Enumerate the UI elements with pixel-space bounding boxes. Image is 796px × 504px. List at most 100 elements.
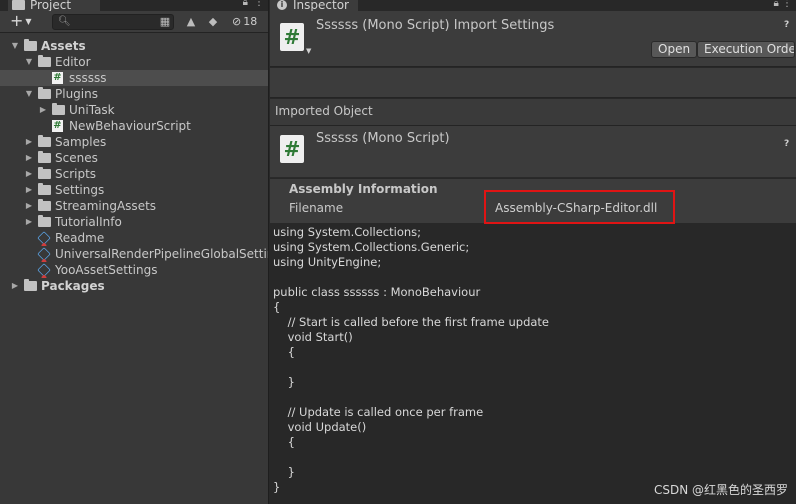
script-icon: #: [52, 72, 63, 84]
tree-item-label: Packages: [41, 279, 105, 293]
object-header: # Ssssss (Mono Script) ?: [270, 125, 796, 178]
folder-icon: [38, 199, 51, 211]
tree-item-label: Assets: [41, 39, 86, 53]
inspector-panel: i Inspector 🔒︎ ⋮ # ▼ Ssssss (Mono Script…: [270, 0, 796, 504]
filename-key: Filename: [289, 201, 344, 215]
folder-icon: [38, 87, 51, 99]
search-input[interactable]: 🔍︎: [52, 14, 174, 30]
collapse-arrow-icon[interactable]: ▶: [24, 214, 34, 230]
tree-item[interactable]: Readme: [0, 230, 268, 246]
tree-item-label: Plugins: [55, 87, 98, 101]
tree-item[interactable]: ▼ Editor: [0, 54, 268, 70]
tree-item[interactable]: ▼ Plugins: [0, 86, 268, 102]
assembly-heading: Assembly Information: [289, 182, 438, 196]
folder-icon: [24, 39, 37, 51]
tree-item-label: NewBehaviourScript: [69, 119, 191, 133]
tree-item[interactable]: ▶ Settings: [0, 182, 268, 198]
hidden-packages-toggle[interactable]: ⊘ 18: [232, 15, 257, 28]
project-toolbar: + ▼ 🔍︎ ▦ ▲ ◆ ⊘ 18: [0, 11, 268, 33]
package-count: 18: [243, 15, 258, 28]
tree-item[interactable]: ▶ Scenes: [0, 150, 268, 166]
expand-arrow-icon[interactable]: ▼: [24, 86, 34, 102]
project-tree: ▼ Assets ▼ Editor # ssssss ▼ Plugins ▶ UniTask # Ne…: [0, 38, 268, 294]
tree-item-label: UniversalRenderPipelineGlobalSettings: [55, 247, 268, 261]
tree-item[interactable]: YooAssetSettings: [0, 262, 268, 278]
folder-icon: [38, 135, 51, 147]
highlight-box: [484, 190, 675, 224]
collapse-arrow-icon[interactable]: ▶: [24, 166, 34, 182]
tree-item[interactable]: # NewBehaviourScript: [0, 118, 268, 134]
tree-item[interactable]: ▶ Samples: [0, 134, 268, 150]
tree-item-label: Scenes: [55, 151, 98, 165]
more-icon[interactable]: ⋮: [782, 0, 792, 9]
folder-icon: [52, 103, 65, 115]
help-icon[interactable]: ?: [784, 139, 789, 149]
tab-project-label: Project: [30, 0, 72, 12]
collapse-arrow-icon[interactable]: ▶: [10, 278, 20, 294]
import-settings-body: [270, 68, 796, 98]
help-icon[interactable]: ?: [784, 20, 789, 30]
info-icon: i: [277, 0, 287, 10]
inspector-controls: 🔒︎ ⋮: [773, 0, 792, 9]
tree-item-label: Settings: [55, 183, 105, 197]
filter-type-icon[interactable]: ▲: [184, 15, 198, 28]
collapse-arrow-icon[interactable]: ▶: [24, 134, 34, 150]
tree-item[interactable]: ▶ TutorialInfo: [0, 214, 268, 230]
tree-item[interactable]: # ssssss: [0, 70, 268, 86]
search-by-type-icon[interactable]: ▦: [158, 15, 172, 28]
folder-icon: [12, 0, 25, 10]
tree-item-label: TutorialInfo: [55, 215, 122, 229]
import-settings-header: # ▼ Ssssss (Mono Script) Import Settings…: [270, 11, 796, 67]
import-settings-title: Ssssss (Mono Script) Import Settings: [316, 18, 555, 33]
imported-object-label: Imported Object: [275, 104, 373, 118]
tab-inspector[interactable]: i Inspector: [270, 0, 358, 12]
collapse-arrow-icon[interactable]: ▶: [38, 102, 48, 118]
asset-icon: [37, 263, 51, 277]
execution-order-button[interactable]: Execution Order...: [697, 41, 795, 58]
assembly-info: Assembly Information Filename Assembly-C…: [270, 179, 796, 224]
collapse-arrow-icon[interactable]: ▶: [24, 150, 34, 166]
tree-item-label: Scripts: [55, 167, 97, 181]
tree-item-label: Samples: [55, 135, 107, 149]
tree-item[interactable]: ▼ Assets: [0, 38, 268, 54]
tab-project[interactable]: Project: [8, 0, 100, 12]
open-button[interactable]: Open: [651, 41, 698, 58]
tree-item[interactable]: ▶ Packages: [0, 278, 268, 294]
expand-arrow-icon[interactable]: ▼: [24, 54, 34, 70]
chevron-down-icon: ▼: [25, 16, 32, 26]
tree-item-label: ssssss: [69, 71, 107, 85]
lock-icon[interactable]: 🔒︎: [773, 0, 778, 9]
object-title: Ssssss (Mono Script): [316, 131, 450, 146]
tree-item-label: Readme: [55, 231, 105, 245]
tree-item-label: StreamingAssets: [55, 199, 157, 213]
tree-item-label: UniTask: [69, 103, 115, 117]
tree-item[interactable]: ▶ UniTask: [0, 102, 268, 118]
folder-icon: [38, 55, 51, 67]
expand-arrow-icon[interactable]: ▼: [10, 38, 20, 54]
chevron-down-icon[interactable]: ▼: [306, 47, 311, 55]
add-button[interactable]: + ▼: [10, 13, 32, 29]
project-panel: Project 🔒︎ ⋮ + ▼ 🔍︎ ▦ ▲ ◆ ⊘ 18 ▼ Assets ▼ Ed…: [0, 0, 269, 504]
tab-inspector-label: Inspector: [293, 0, 349, 12]
tree-item[interactable]: ▶ StreamingAssets: [0, 198, 268, 214]
folder-icon: [24, 279, 37, 291]
project-tabbar: Project 🔒︎ ⋮: [0, 0, 268, 12]
lock-icon[interactable]: 🔒︎: [243, 0, 248, 8]
folder-icon: [38, 183, 51, 195]
tree-item-label: Editor: [55, 55, 91, 69]
search-icon: 🔍︎: [58, 16, 71, 27]
tree-item-label: YooAssetSettings: [55, 263, 158, 277]
eye-slash-icon: ⊘: [232, 15, 242, 28]
watermark: CSDN @红黑色的圣西罗: [653, 483, 788, 497]
tree-item[interactable]: UniversalRenderPipelineGlobalSettings: [0, 246, 268, 262]
more-icon[interactable]: ⋮: [254, 0, 264, 8]
asset-icon: [37, 247, 51, 261]
script-icon: #: [52, 120, 63, 132]
collapse-arrow-icon[interactable]: ▶: [24, 182, 34, 198]
collapse-arrow-icon[interactable]: ▶: [24, 198, 34, 214]
panel-controls: 🔒︎ ⋮: [243, 0, 264, 8]
folder-icon: [38, 167, 51, 179]
tree-item[interactable]: ▶ Scripts: [0, 166, 268, 182]
label-icon[interactable]: ◆: [206, 15, 220, 28]
imported-object-bar: Imported Object: [270, 99, 796, 125]
